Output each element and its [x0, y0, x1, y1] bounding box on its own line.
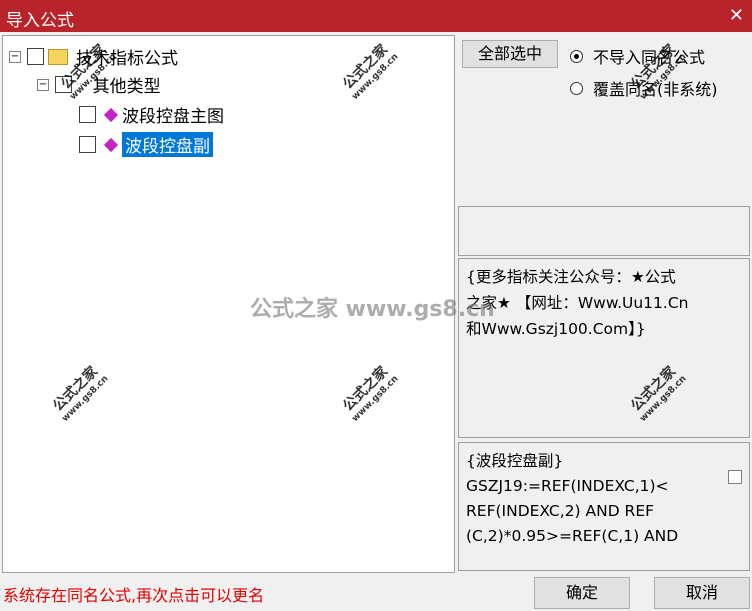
- title-bar: 导入公式 ✕: [0, 0, 752, 32]
- description-line: 之家★ 【网址：Www.Uu11.Cn: [466, 294, 689, 312]
- code-line: GSZJ19:=REF(INDEXC,1)<: [466, 477, 669, 495]
- tree-item-label[interactable]: 波段控盘主图: [122, 102, 224, 127]
- checkbox-icon[interactable]: [728, 470, 742, 484]
- description-line: {更多指标关注公众号：★公式: [466, 268, 676, 286]
- description-box: {更多指标关注公众号：★公式 之家★ 【网址：Www.Uu11.Cn 和Www.…: [458, 258, 750, 438]
- code-line: {波段控盘副}: [466, 452, 564, 470]
- close-icon[interactable]: ✕: [729, 5, 744, 26]
- ok-button[interactable]: 确定: [534, 577, 630, 609]
- empty-field: [458, 206, 750, 256]
- center-watermark: 公式之家 www.gs8.cn: [250, 297, 495, 322]
- formula-gem-icon: [103, 137, 119, 152]
- code-line: REF(INDEXC,2) AND REF: [466, 502, 655, 520]
- radio-selected-icon[interactable]: [570, 49, 583, 63]
- collapse-icon[interactable]: −: [37, 78, 49, 91]
- code-line: (C,2)*0.95>=REF(C,1) AND: [466, 527, 679, 545]
- select-all-button[interactable]: 全部选中: [462, 40, 558, 68]
- root-checkbox[interactable]: [27, 48, 44, 65]
- window-title: 导入公式: [6, 11, 74, 31]
- radio-unselected-icon[interactable]: [570, 81, 583, 95]
- code-preview-box[interactable]: {波段控盘副} GSZJ19:=REF(INDEXC,1)< REF(INDEX…: [458, 442, 750, 571]
- tree-item[interactable]: 波段控盘主图: [73, 102, 224, 127]
- formula-gem-icon: [103, 107, 119, 122]
- collapse-icon[interactable]: −: [9, 50, 21, 63]
- item-checkbox[interactable]: [79, 136, 96, 153]
- cancel-button[interactable]: 取消: [654, 577, 750, 609]
- item-checkbox[interactable]: [79, 106, 96, 123]
- tree-item-label-selected[interactable]: 波段控盘副: [122, 132, 213, 157]
- tree-item[interactable]: 波段控盘副: [73, 132, 213, 157]
- status-message: 系统存在同名公式,再次点击可以更名: [3, 586, 265, 605]
- folder-icon: [48, 48, 68, 65]
